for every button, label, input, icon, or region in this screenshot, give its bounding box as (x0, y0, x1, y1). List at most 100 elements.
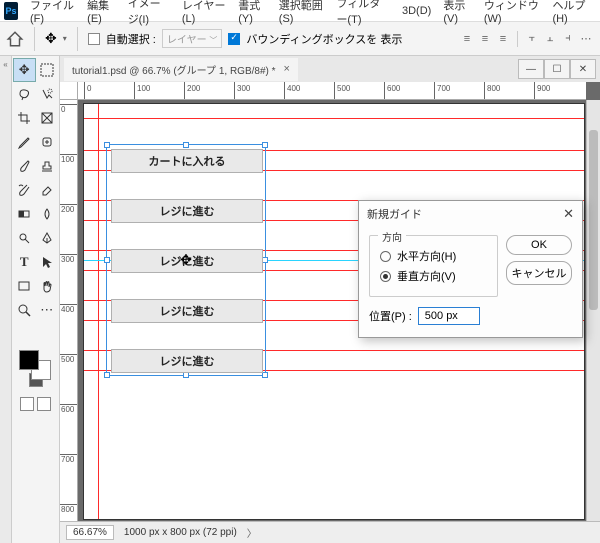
guide-vertical[interactable] (98, 104, 99, 519)
menu-layer[interactable]: レイヤー(L) (176, 0, 232, 27)
eraser-tool[interactable] (36, 178, 59, 202)
dialog-close-icon[interactable]: ✕ (563, 206, 574, 222)
align-bottom-icon[interactable]: ≡ (495, 31, 511, 47)
zoom-tool[interactable] (13, 298, 36, 322)
ok-button[interactable]: OK (506, 235, 572, 255)
pen-tool[interactable] (36, 226, 59, 250)
direction-legend: 方向 (378, 229, 406, 244)
type-tool[interactable]: T (13, 250, 36, 274)
move-tool-icon[interactable]: ✥ (45, 30, 57, 47)
toolbox: ✥ T ⋯ (12, 56, 60, 543)
layer-button[interactable]: カートに入れる (111, 149, 263, 173)
ruler-origin[interactable] (60, 82, 78, 100)
path-select-tool[interactable] (36, 250, 59, 274)
menu-window[interactable]: ウィンドウ(W) (478, 0, 547, 27)
healing-tool[interactable] (36, 130, 59, 154)
edit-toolbar[interactable]: ⋯ (36, 298, 59, 322)
menu-edit[interactable]: 編集(E) (81, 0, 122, 27)
layer-button[interactable]: レジに進む (111, 199, 263, 223)
ruler-vertical[interactable]: 0100200300400500600700800 (60, 100, 78, 521)
align-hcenter-icon[interactable]: ⫠ (542, 31, 558, 47)
show-bbox-checkbox[interactable] (228, 33, 240, 45)
menu-file[interactable]: ファイル(F) (24, 0, 81, 27)
position-input[interactable] (418, 307, 480, 325)
quick-select-tool[interactable] (36, 82, 59, 106)
align-top-icon[interactable]: ≡ (459, 31, 475, 47)
radio-horizontal[interactable] (380, 251, 391, 262)
status-menu-icon[interactable]: 〉 (247, 525, 257, 540)
layer-button[interactable]: レジに進む (111, 349, 263, 373)
radio-horizontal-label: 水平方向(H) (397, 248, 456, 264)
blur-tool[interactable] (36, 202, 59, 226)
resize-handle-sw[interactable] (104, 372, 110, 378)
document-tab[interactable]: tutorial1.psd @ 66.7% (グループ 1, RGB/8#) *… (64, 58, 298, 81)
toolbar-spacer (13, 322, 36, 346)
scrollbar-vertical[interactable] (586, 100, 600, 521)
position-label: 位置(P) : (369, 308, 412, 324)
home-icon[interactable] (6, 30, 24, 48)
window-minimize-button[interactable]: — (518, 59, 544, 79)
menu-3d[interactable]: 3D(D) (396, 3, 437, 19)
menu-select[interactable]: 選択範囲(S) (273, 0, 331, 27)
gradient-tool[interactable] (13, 202, 36, 226)
foreground-color[interactable] (19, 350, 39, 370)
move-tool[interactable]: ✥ (13, 58, 36, 82)
menu-view[interactable]: 表示(V) (437, 0, 478, 27)
screen-mode-icon[interactable] (20, 397, 34, 411)
resize-handle-w[interactable] (104, 257, 110, 263)
tool-preset-dropdown[interactable]: ▾ (63, 34, 67, 43)
collapse-left-icon[interactable]: « (3, 60, 7, 69)
status-bar: 66.67% 1000 px x 800 px (72 ppi) 〉 (60, 521, 600, 543)
transform-center-icon[interactable]: ✥ (180, 252, 192, 269)
rectangle-tool[interactable] (13, 274, 36, 298)
ruler-horizontal[interactable]: 0100200300400500600700800900 (78, 82, 586, 100)
menu-type[interactable]: 書式(Y) (232, 0, 273, 27)
align-buttons: ≡ ≡ ≡ ⫟ ⫠ ⫞ ⋯ (459, 31, 594, 47)
brush-tool[interactable] (13, 154, 36, 178)
resize-handle-nw[interactable] (104, 142, 110, 148)
crop-tool[interactable] (13, 106, 36, 130)
scrollbar-thumb[interactable] (589, 130, 598, 310)
window-close-button[interactable]: ✕ (570, 59, 596, 79)
menu-image[interactable]: イメージ(I) (122, 0, 176, 29)
resize-handle-n[interactable] (183, 142, 189, 148)
auto-select-target[interactable]: レイヤー ﹀ (162, 29, 222, 48)
selection-bounding-box[interactable]: カートに入れる レジに進む レジに進む レジに進む レジに進む ✥ (106, 144, 266, 376)
auto-select-checkbox[interactable] (88, 33, 100, 45)
distribute-icon[interactable]: ⋯ (578, 31, 594, 47)
layer-button[interactable]: レジに進む (111, 299, 263, 323)
align-left-icon[interactable]: ⫟ (524, 31, 540, 47)
window-maximize-button[interactable]: ☐ (544, 59, 570, 79)
radio-vertical[interactable] (380, 271, 391, 282)
stamp-tool[interactable] (36, 154, 59, 178)
doc-dimensions: 1000 px x 800 px (72 ppi) (124, 527, 237, 538)
lasso-tool[interactable] (13, 82, 36, 106)
dialog-titlebar[interactable]: 新規ガイド ✕ (359, 201, 582, 227)
zoom-level[interactable]: 66.67% (66, 525, 114, 540)
dialog-title: 新規ガイド (367, 206, 422, 222)
history-brush-tool[interactable] (13, 178, 36, 202)
screen-mode[interactable] (13, 394, 58, 418)
dodge-tool[interactable] (13, 226, 36, 250)
menubar: Ps ファイル(F) 編集(E) イメージ(I) レイヤー(L) 書式(Y) 選… (0, 0, 600, 22)
align-right-icon[interactable]: ⫞ (560, 31, 576, 47)
screen-mode-icon-2[interactable] (37, 397, 51, 411)
eyedropper-tool[interactable] (13, 130, 36, 154)
align-vcenter-icon[interactable]: ≡ (477, 31, 493, 47)
close-tab-icon[interactable]: × (284, 63, 290, 75)
document-tab-bar: tutorial1.psd @ 66.7% (グループ 1, RGB/8#) *… (60, 56, 600, 82)
menu-filter[interactable]: フィルター(T) (330, 0, 396, 29)
panel-collapse-strip[interactable]: « (0, 56, 12, 543)
color-swatch[interactable] (13, 346, 58, 382)
resize-handle-ne[interactable] (262, 142, 268, 148)
frame-tool[interactable] (36, 106, 59, 130)
guide-horizontal[interactable] (84, 118, 584, 119)
hand-tool[interactable] (36, 274, 59, 298)
options-bar: ✥ ▾ 自動選択 : レイヤー ﹀ バウンディングボックスを 表示 ≡ ≡ ≡ … (0, 22, 600, 56)
menu-help[interactable]: ヘルプ(H) (546, 0, 596, 27)
cancel-button[interactable]: キャンセル (506, 261, 572, 285)
auto-select-label: 自動選択 : (106, 31, 156, 47)
marquee-tool[interactable] (36, 58, 59, 82)
document-tab-title: tutorial1.psd @ 66.7% (グループ 1, RGB/8#) * (72, 62, 276, 77)
new-guide-dialog[interactable]: 新規ガイド ✕ 方向 水平方向(H) 垂直方向(V) 位置(P) : OK (358, 200, 583, 338)
